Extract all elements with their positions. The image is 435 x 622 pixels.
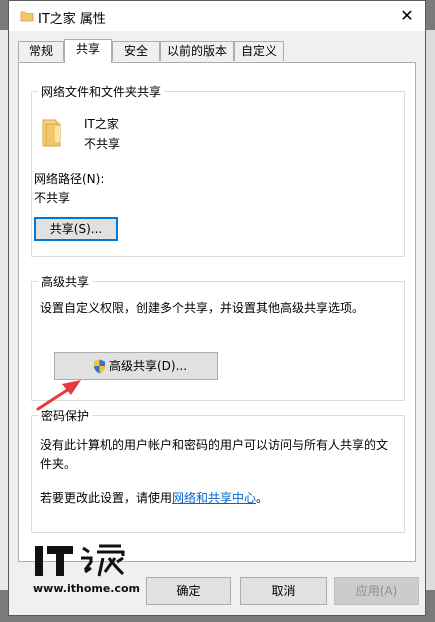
- network-share-group-title: 网络文件和文件夹共享: [38, 83, 165, 100]
- sharing-panel: 网络文件和文件夹共享 IT之家 不共享 网络路径(N): 不共享 共享(S)..…: [18, 62, 416, 562]
- network-path-value: 不共享: [34, 191, 71, 205]
- tab-previous-versions[interactable]: 以前的版本: [160, 41, 234, 61]
- folder-name: IT之家: [84, 117, 119, 131]
- tab-security[interactable]: 安全: [112, 41, 160, 61]
- password-protection-group-title: 密码保护: [38, 407, 93, 424]
- folder-icon: [42, 119, 61, 147]
- title-bar: IT之家 属性 ✕: [9, 1, 425, 31]
- shield-icon: [94, 359, 105, 374]
- network-path-label: 网络路径(N):: [34, 172, 105, 186]
- watermark-url: www.ithome.com: [33, 582, 141, 595]
- advanced-share-group-title: 高级共享: [38, 273, 93, 290]
- change-setting-suffix: 。: [256, 491, 269, 505]
- password-protection-description-line2: 件夹。: [40, 457, 77, 471]
- network-share-group: 网络文件和文件夹共享 IT之家 不共享 网络路径(N): 不共享 共享(S)..…: [31, 83, 405, 257]
- share-button[interactable]: 共享(S)...: [34, 217, 118, 241]
- password-protection-group: 密码保护 没有此计算机的用户帐户和密码的用户可以访问与所有人共享的文 件夹。 若…: [31, 407, 405, 533]
- apply-button[interactable]: 应用(A): [334, 577, 419, 605]
- password-protection-description-line1: 没有此计算机的用户帐户和密码的用户可以访问与所有人共享的文: [40, 438, 389, 452]
- advanced-share-description: 设置自定义权限，创建多个共享，并设置其他高级共享选项。: [40, 301, 365, 315]
- tab-general[interactable]: 常规: [18, 41, 64, 61]
- network-sharing-center-link[interactable]: 网络和共享中心: [172, 491, 256, 505]
- window-title: IT之家 属性: [38, 12, 106, 27]
- change-setting-text: 若要更改此设置，请使用网络和共享中心。: [40, 489, 268, 506]
- ithome-watermark: www.ithome.com: [33, 538, 143, 598]
- cancel-button[interactable]: 取消: [240, 577, 327, 605]
- folder-icon: [20, 11, 34, 22]
- properties-dialog: IT之家 属性 ✕ 常规 共享 安全 以前的版本 自定义 网络文件和文件夹共享 …: [8, 0, 426, 616]
- tab-sharing[interactable]: 共享: [64, 39, 112, 63]
- ithome-logo: [35, 544, 125, 577]
- ok-button[interactable]: 确定: [146, 577, 231, 605]
- advanced-share-button[interactable]: 高级共享(D)...: [54, 352, 218, 380]
- close-button[interactable]: ✕: [389, 1, 425, 31]
- change-setting-prefix: 若要更改此设置，请使用: [40, 491, 173, 505]
- advanced-share-button-label: 高级共享(D)...: [109, 359, 188, 373]
- folder-share-status: 不共享: [84, 137, 121, 151]
- advanced-share-group: 高级共享 设置自定义权限，创建多个共享，并设置其他高级共享选项。 高级共享(D)…: [31, 273, 405, 401]
- tab-customize[interactable]: 自定义: [234, 41, 284, 61]
